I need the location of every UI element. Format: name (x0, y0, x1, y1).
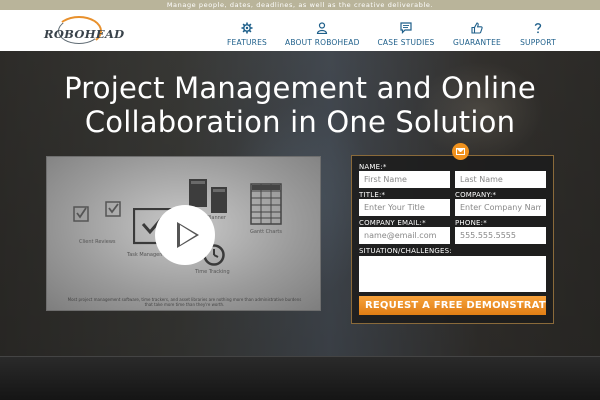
chat-icon (400, 22, 412, 34)
play-button[interactable] (155, 205, 215, 265)
nav-item-case-studies[interactable]: CASE STUDIES (375, 10, 437, 51)
logo-text: ROBOHEAD (44, 27, 125, 41)
gear-icon (241, 22, 253, 34)
title-label: TITLE:* (359, 191, 386, 199)
label-gantt-charts: Gantt Charts (250, 229, 282, 235)
nav-item-guarantee[interactable]: GUARANTEE (451, 10, 503, 51)
video-player[interactable]: Client Reviews Task Management Planner G… (46, 156, 321, 311)
play-icon (177, 222, 199, 248)
question-icon (534, 23, 542, 34)
nav-label-features: FEATURES (227, 38, 267, 47)
headline-line-1: Project Management and Online (64, 71, 536, 105)
checkbox-graphic-icon (73, 201, 121, 222)
headline-line-2: Collaboration in One Solution (84, 105, 516, 139)
video-caption: Most project management software, time t… (67, 297, 302, 307)
email-label: COMPANY EMAIL:* (359, 219, 426, 227)
phone-label: PHONE:* (455, 219, 487, 227)
tagline-text: Manage people, dates, deadlines, as well… (166, 1, 434, 9)
page-title: Project Management and Online Collaborat… (0, 71, 600, 139)
first-name-input[interactable] (359, 171, 450, 188)
bottom-section (0, 356, 600, 400)
person-icon (316, 22, 328, 34)
label-client-reviews: Client Reviews (79, 239, 116, 245)
situation-textarea[interactable] (359, 256, 546, 292)
envelope-flap (456, 148, 465, 153)
nav-label-support: SUPPORT (520, 38, 556, 47)
title-input[interactable] (359, 199, 450, 216)
label-time-tracking: Time Tracking (195, 269, 230, 275)
email-input[interactable] (359, 227, 450, 244)
company-input[interactable] (455, 199, 546, 216)
nav-label-about: ABOUT ROBOHEAD (285, 38, 360, 47)
situation-label: SITUATION/CHALLENGES: (359, 247, 452, 255)
robohead-logo[interactable]: ROBOHEAD (44, 16, 124, 46)
top-tagline-bar: Manage people, dates, deadlines, as well… (0, 0, 600, 10)
nav-item-about[interactable]: ABOUT ROBOHEAD (285, 10, 359, 51)
play-icon-inner (180, 225, 196, 245)
gantt-chart-icon (250, 183, 282, 225)
phone-input[interactable] (455, 227, 546, 244)
nav-item-features[interactable]: FEATURES (222, 10, 272, 51)
mail-icon (452, 143, 469, 160)
thumbs-up-icon (471, 22, 483, 34)
nav-label-guarantee: GUARANTEE (453, 38, 501, 47)
company-label: COMPANY:* (455, 191, 497, 199)
last-name-input[interactable] (455, 171, 546, 188)
request-demo-button[interactable]: REQUEST A FREE DEMONSTRATION (359, 296, 546, 315)
site-header: ROBOHEAD FEATURES ABOUT ROBOHEAD CASE ST… (0, 10, 600, 51)
nav-item-support[interactable]: SUPPORT (516, 10, 560, 51)
nav-label-case-studies: CASE STUDIES (377, 38, 435, 47)
name-label: NAME:* (359, 163, 387, 171)
